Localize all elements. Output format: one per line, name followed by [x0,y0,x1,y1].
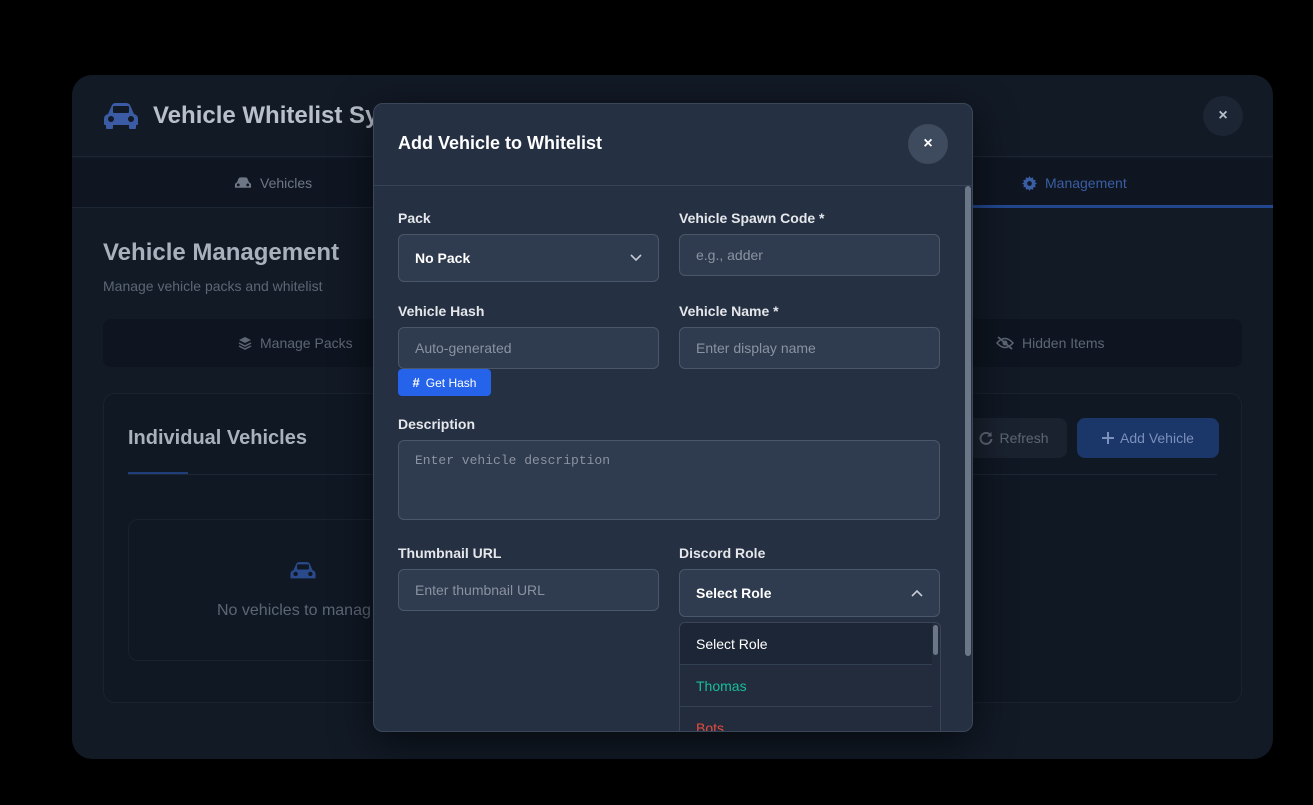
modal-title: Add Vehicle to Whitelist [398,133,603,153]
get-hash-label: Get Hash [425,375,477,390]
gear-icon [1022,175,1037,191]
active-tab-indicator [973,205,1273,208]
role-option[interactable]: Bots [680,707,932,732]
description-label: Description [398,416,476,432]
management-title: Vehicle Management [103,239,340,266]
role-option-label: Thomas [696,677,747,694]
description-textarea[interactable] [398,440,940,520]
refresh-label: Refresh [999,430,1049,446]
empty-state-text: No vehicles to manag [217,602,371,619]
vehicle-hash-input[interactable] [398,327,659,369]
vehicle-name-label: Vehicle Name * [679,303,779,319]
subtab-hidden-items[interactable]: Hidden Items [996,319,1104,367]
tab-management-label: Management [1045,175,1127,191]
role-option[interactable]: Select Role [680,623,932,665]
modal-close-button[interactable]: × [908,124,948,164]
get-hash-button[interactable]: # Get Hash [398,369,491,396]
tab-management[interactable]: Management [1022,158,1127,208]
car-icon [290,562,316,579]
discord-role-dropdown: Select Role Thomas Bots [679,622,941,732]
discord-role-label: Discord Role [679,545,766,561]
eye-slash-icon [996,336,1014,350]
chevron-up-icon [911,589,923,597]
add-vehicle-label: Add Vehicle [1120,430,1194,446]
tab-vehicles[interactable]: Vehicles [234,158,312,208]
layers-icon [238,337,252,350]
dropdown-scrollbar[interactable] [933,625,938,655]
refresh-button[interactable]: Refresh [961,418,1067,458]
chevron-down-icon [630,254,642,262]
refresh-icon [980,431,993,445]
hash-icon: # [412,375,420,390]
thumbnail-input[interactable] [398,569,659,611]
pack-select-value: No Pack [415,250,471,266]
app-title: Vehicle Whitelist Sy [153,102,379,129]
subtab-hidden-items-label: Hidden Items [1022,335,1105,351]
role-option-label: Select Role [696,635,768,652]
vehicle-name-input[interactable] [679,327,940,369]
discord-role-select[interactable]: Select Role [679,569,940,617]
modal-header: Add Vehicle to Whitelist × [374,104,972,186]
app-close-button[interactable]: × [1203,96,1243,136]
thumbnail-label: Thumbnail URL [398,545,502,561]
spawn-code-input[interactable] [679,234,940,276]
spawn-code-label: Vehicle Spawn Code * [679,210,825,226]
role-option-label: Bots [696,719,725,732]
pack-select[interactable]: No Pack [398,234,659,282]
vehicle-hash-label: Vehicle Hash [398,303,485,319]
discord-role-value: Select Role [696,585,772,601]
pack-label: Pack [398,210,431,226]
add-vehicle-button[interactable]: Add Vehicle [1077,418,1219,458]
car-icon [234,177,252,188]
add-vehicle-modal: Add Vehicle to Whitelist × Pack No Pack … [373,103,973,732]
modal-scrollbar[interactable] [965,186,971,656]
role-option[interactable]: Thomas [680,665,932,707]
tab-vehicles-label: Vehicles [260,175,313,191]
car-icon [104,103,138,129]
panel-title-underline [128,472,188,474]
subtab-manage-packs-label: Manage Packs [260,335,353,351]
panel-title: Individual Vehicles [128,427,307,449]
management-subtitle: Manage vehicle packs and whitelist [103,278,323,294]
plus-icon [1102,432,1115,444]
subtab-manage-packs[interactable]: Manage Packs [238,319,353,367]
